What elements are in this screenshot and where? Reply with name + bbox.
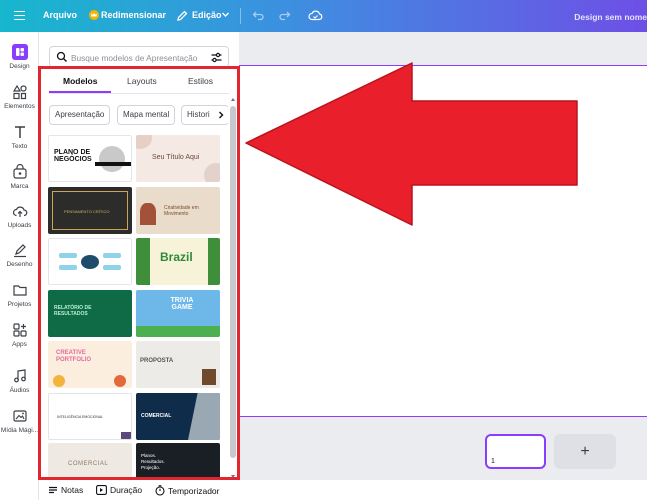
sidebar-item-label: Áudios — [9, 387, 30, 394]
notes-icon — [49, 486, 57, 494]
sidebar-item-label: Apps — [12, 341, 27, 348]
chevron-down-icon[interactable] — [221, 10, 230, 22]
draw-icon — [13, 244, 26, 258]
text-icon — [14, 126, 25, 138]
left-sidebar: Design Elementos Texto Marca Uploads Des… — [0, 32, 39, 500]
search-input[interactable]: Busque modelos de Apresentação — [49, 46, 229, 68]
bottom-bar: Notas Duração Temporizador — [39, 480, 647, 500]
design-title[interactable]: Design sem nome — [574, 12, 647, 22]
duration-label: Duração — [110, 485, 143, 495]
timer-icon — [155, 485, 165, 496]
undo-icon[interactable] — [252, 9, 265, 25]
sidebar-item-draw[interactable]: Desenho — [0, 242, 39, 268]
sidebar-item-label: Design — [9, 63, 30, 70]
highlight-annotation-box — [38, 66, 240, 480]
sidebar-item-audio[interactable]: Áudios — [0, 368, 39, 394]
design-icon — [11, 44, 28, 60]
crown-icon — [89, 10, 99, 20]
hamburger-menu-icon[interactable] — [12, 8, 28, 24]
search-icon — [56, 51, 67, 62]
sidebar-item-apps[interactable]: Apps — [0, 322, 39, 348]
sidebar-item-elements[interactable]: Elementos — [0, 84, 39, 110]
magic-media-icon — [12, 410, 27, 422]
brand-icon — [12, 164, 27, 179]
sidebar-item-text[interactable]: Texto — [0, 124, 39, 150]
arrow-annotation-icon — [245, 62, 578, 226]
upload-cloud-icon — [12, 206, 27, 217]
sidebar-item-label: Projetos — [7, 301, 32, 308]
cloud-saved-icon[interactable] — [308, 9, 323, 25]
top-bar: Arquivo Redimensionar Edição Design sem … — [0, 0, 647, 32]
play-icon — [96, 485, 107, 495]
music-icon — [13, 369, 26, 383]
notes-button[interactable]: Notas — [48, 485, 83, 495]
sidebar-item-magic-media[interactable]: Mídia Mági... — [0, 408, 39, 434]
page-thumbnail[interactable]: 1 — [485, 434, 546, 469]
search-placeholder: Busque modelos de Apresentação — [71, 53, 198, 63]
sidebar-item-label: Marca — [10, 183, 29, 190]
resize-button[interactable]: Redimensionar — [101, 10, 166, 20]
sidebar-item-label: Mídia Mági... — [0, 427, 39, 434]
sidebar-item-brand[interactable]: Marca — [0, 164, 39, 190]
sidebar-item-projects[interactable]: Projetos — [0, 282, 39, 308]
add-page-button[interactable]: + — [554, 434, 616, 469]
sidebar-item-label: Elementos — [4, 103, 35, 110]
apps-icon — [12, 323, 27, 337]
sidebar-item-label: Texto — [11, 143, 28, 150]
sidebar-item-design[interactable]: Design — [0, 44, 39, 70]
divider — [240, 8, 241, 24]
timer-button[interactable]: Temporizador — [155, 485, 220, 496]
filter-icon[interactable] — [210, 51, 223, 64]
folder-icon — [12, 285, 27, 296]
redo-icon[interactable] — [278, 9, 291, 25]
sidebar-item-label: Uploads — [7, 222, 32, 229]
sidebar-item-uploads[interactable]: Uploads — [0, 203, 39, 229]
duration-button[interactable]: Duração — [96, 485, 142, 495]
notes-label: Notas — [61, 485, 84, 495]
elements-icon — [12, 84, 27, 100]
page-number: 1 — [491, 458, 495, 465]
sidebar-item-label: Desenho — [6, 261, 33, 268]
pencil-icon — [176, 9, 189, 25]
timer-label: Temporizador — [168, 486, 220, 496]
edit-mode-button[interactable]: Edição — [192, 10, 222, 20]
file-menu-button[interactable]: Arquivo — [43, 10, 77, 20]
